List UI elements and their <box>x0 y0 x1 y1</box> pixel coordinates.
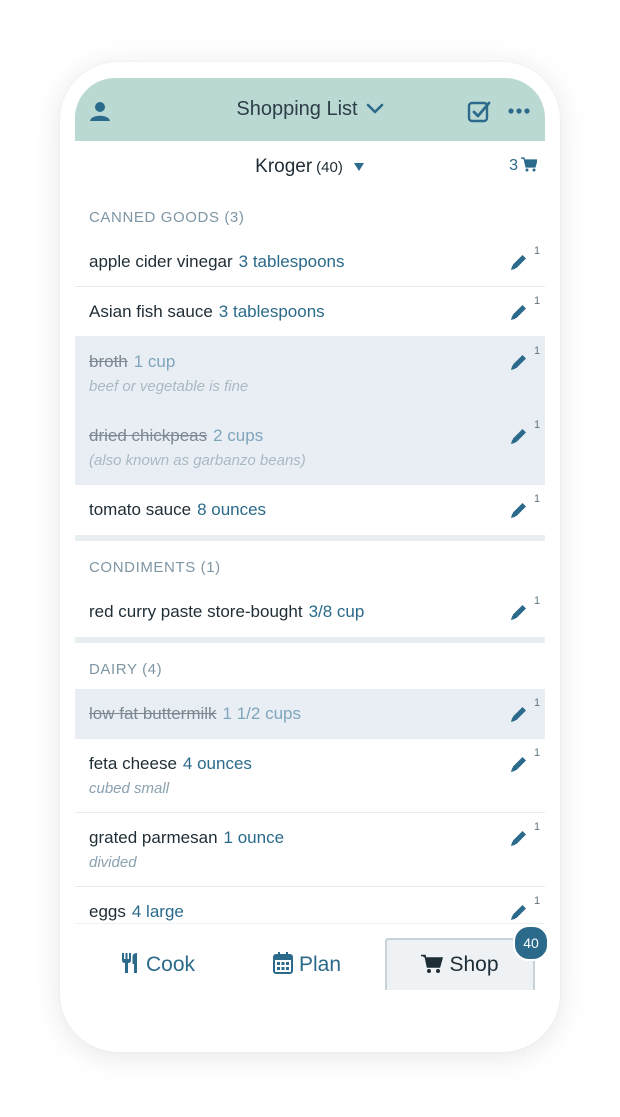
item-recipe-count: 1 <box>534 595 541 607</box>
cart-icon <box>521 157 538 172</box>
pencil-icon[interactable] <box>509 500 529 520</box>
checkbox-icon[interactable] <box>467 99 491 123</box>
bottom-tab-bar: Cook Plan Shop <box>75 923 545 990</box>
item-recipe-count: 1 <box>534 747 541 759</box>
item-text: grated parmesan 1 ounce <box>89 828 284 848</box>
list-item[interactable]: feta cheese 4 ounces cubed small 1 <box>75 739 545 813</box>
item-recipe-count: 1 <box>534 345 541 357</box>
item-text: Asian fish sauce 3 tablespoons <box>89 302 325 322</box>
item-note: cubed small <box>89 780 170 797</box>
item-note: divided <box>89 854 137 871</box>
item-quantity: 1 1/2 cups <box>222 704 301 723</box>
item-quantity: 2 cups <box>213 426 264 445</box>
tab-plan-label: Plan <box>299 953 342 976</box>
cart-icon <box>421 954 444 973</box>
tab-shop-label: Shop <box>449 953 499 976</box>
cart-count: 3 <box>509 157 518 174</box>
list-item[interactable]: grated parmesan 1 ounce divided 1 <box>75 813 545 887</box>
pencil-icon[interactable] <box>509 302 529 322</box>
section-title: DAIRY (4) <box>89 661 163 678</box>
pencil-icon[interactable] <box>509 352 529 372</box>
item-recipe-count: 1 <box>534 493 541 505</box>
list-item[interactable]: Asian fish sauce 3 tablespoons 1 <box>75 287 545 337</box>
item-text: dried chickpeas 2 cups <box>89 426 263 446</box>
item-recipe-count: 1 <box>534 419 541 431</box>
list-item[interactable]: red curry paste store-bought 3/8 cup 1 <box>75 587 545 637</box>
shop-count-badge: 40 <box>513 925 549 961</box>
pencil-icon[interactable] <box>509 902 529 922</box>
item-quantity: 4 ounces <box>182 754 252 773</box>
item-name: tomato sauce <box>89 500 192 519</box>
item-quantity: 1 ounce <box>223 828 285 847</box>
pencil-icon[interactable] <box>509 828 529 848</box>
section-title: CANNED GOODS (3) <box>89 209 245 226</box>
list-item[interactable]: broth 1 cup beef or vegetable is fine 1 <box>75 337 545 411</box>
item-quantity: 1 cup <box>133 352 176 371</box>
store-name: Kroger <box>255 156 313 178</box>
list-item[interactable]: dried chickpeas 2 cups (also known as garb… <box>75 411 545 485</box>
pencil-icon[interactable] <box>509 704 529 724</box>
item-name: grated parmesan <box>89 828 218 847</box>
item-text: apple cider vinegar 3 tablespoons <box>89 252 345 272</box>
item-text: red curry paste store-bought 3/8 cup <box>89 602 364 622</box>
item-recipe-count: 1 <box>534 245 541 257</box>
app-screen: Shopping List Kroger (40) 3 CANNED GOODS … <box>75 78 545 990</box>
item-recipe-count: 1 <box>534 697 541 709</box>
item-name: broth <box>89 352 128 371</box>
list-item[interactable]: apple cider vinegar 3 tablespoons 1 <box>75 237 545 287</box>
item-text: feta cheese 4 ounces <box>89 754 252 774</box>
tab-plan[interactable]: Plan <box>273 938 383 990</box>
store-bar: Kroger (40) 3 <box>75 141 545 191</box>
tab-cook-label: Cook <box>146 953 196 976</box>
item-quantity: 8 ounces <box>197 500 267 519</box>
list-item[interactable]: low fat buttermilk 1 1/2 cups 1 <box>75 689 545 739</box>
store-item-count: (40) <box>316 159 343 177</box>
calendar-icon <box>273 952 293 974</box>
pencil-icon[interactable] <box>509 754 529 774</box>
store-selector[interactable]: Kroger (40) <box>75 156 545 178</box>
more-icon[interactable] <box>507 99 531 123</box>
item-text: eggs 4 large <box>89 902 184 922</box>
item-name: Asian fish sauce <box>89 302 213 321</box>
item-text: tomato sauce 8 ounces <box>89 500 266 520</box>
item-name: eggs <box>89 902 126 921</box>
item-note: (also known as garbanzo beans) <box>89 452 306 469</box>
item-recipe-count: 1 <box>534 821 541 833</box>
section-title: CONDIMENTS (1) <box>89 559 221 576</box>
list-item[interactable]: tomato sauce 8 ounces 1 <box>75 485 545 535</box>
pencil-icon[interactable] <box>509 252 529 272</box>
item-quantity: 3 tablespoons <box>218 302 325 321</box>
item-name: dried chickpeas <box>89 426 208 445</box>
item-text: broth 1 cup <box>89 352 175 372</box>
item-name: feta cheese <box>89 754 177 773</box>
utensils-icon <box>122 953 137 973</box>
item-quantity: 4 large <box>131 902 184 921</box>
section-divider <box>75 535 545 541</box>
item-quantity: 3/8 cup <box>308 602 365 621</box>
item-name: apple cider vinegar <box>89 252 233 271</box>
cart-status[interactable]: 3 <box>509 157 538 175</box>
item-recipe-count: 1 <box>534 295 541 307</box>
tab-cook[interactable]: Cook <box>120 938 230 990</box>
item-recipe-count: 1 <box>534 895 541 907</box>
item-note: beef or vegetable is fine <box>89 378 249 395</box>
caret-down-icon <box>353 156 365 178</box>
item-quantity: 3 tablespoons <box>238 252 345 271</box>
item-name: low fat buttermilk <box>89 704 217 723</box>
pencil-icon[interactable] <box>509 602 529 622</box>
pencil-icon[interactable] <box>509 426 529 446</box>
app-header: Shopping List <box>75 78 545 141</box>
item-text: low fat buttermilk 1 1/2 cups <box>89 704 301 724</box>
section-divider <box>75 637 545 643</box>
page-title: Shopping List <box>236 98 358 120</box>
item-name: red curry paste store-bought <box>89 602 303 621</box>
chevron-down-icon <box>366 98 384 121</box>
